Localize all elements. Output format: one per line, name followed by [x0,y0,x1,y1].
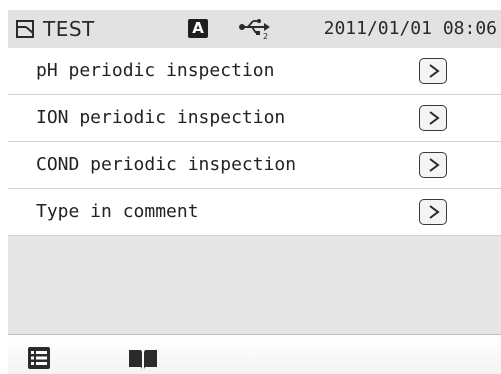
menu-item-label: ION periodic inspection [36,107,286,128]
menu-item-cond-inspection[interactable]: COND periodic inspection [8,142,501,189]
menu-item-ion-inspection[interactable]: ION periodic inspection [8,95,501,142]
menu-item-ph-inspection[interactable]: pH periodic inspection [8,48,501,95]
chevron-right-icon [429,158,440,172]
menu-item-type-comment[interactable]: Type in comment [8,189,501,236]
chevron-right-button[interactable] [419,199,447,225]
datetime: 2011/01/01 08:06 [323,18,497,39]
usb-icon: 2 [239,19,270,40]
chevron-right-button[interactable] [419,152,447,178]
chevron-right-button[interactable] [419,105,447,131]
menu-item-label: pH periodic inspection [36,60,275,81]
menu-list: pH periodic inspection ION periodic insp… [8,48,501,335]
screen: TEST A 2 2011/01/01 08:06 pH periodic in… [0,0,501,374]
menu-item-label: COND periodic inspection [36,154,297,175]
chevron-right-icon [429,64,440,78]
chevron-right-icon [429,205,440,219]
chevron-right-button[interactable] [419,58,447,84]
menu-item-label: Type in comment [36,201,199,222]
book-icon[interactable] [128,348,158,370]
mode-badge: A [188,19,208,38]
status-bar: TEST A 2 2011/01/01 08:06 [8,10,501,49]
svg-text:2: 2 [263,32,268,40]
file-icon [16,20,34,38]
window-title: TEST [43,17,95,41]
chevron-right-icon [429,111,440,125]
list-icon[interactable] [28,347,50,369]
bottom-toolbar [8,335,501,374]
